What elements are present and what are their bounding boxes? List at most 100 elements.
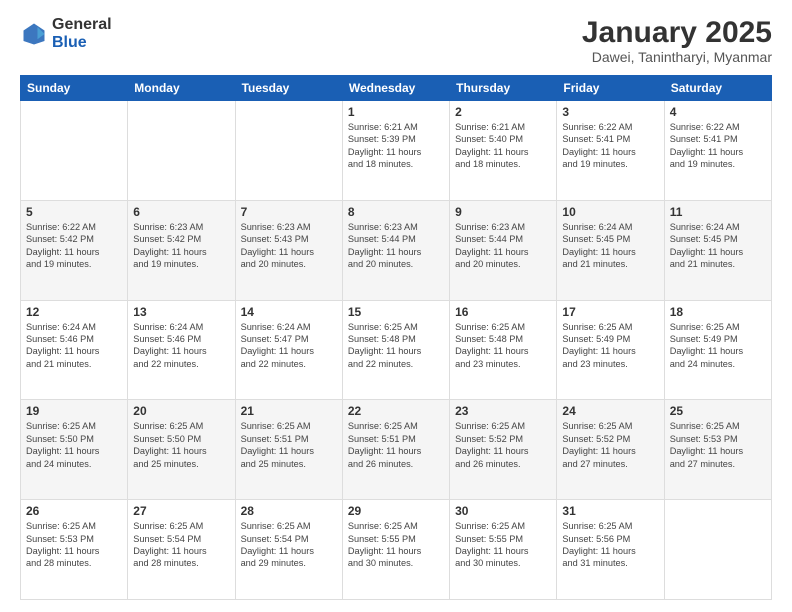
table-row: 4 Sunrise: 6:22 AMSunset: 5:41 PMDaylight… [664,101,771,201]
day-info: Sunrise: 6:25 AMSunset: 5:49 PMDaylight:… [670,321,766,371]
day-info: Sunrise: 6:25 AMSunset: 5:55 PMDaylight:… [455,520,551,570]
calendar-week-row: 19 Sunrise: 6:25 AMSunset: 5:50 PMDayligh… [21,400,772,500]
day-info: Sunrise: 6:23 AMSunset: 5:42 PMDaylight:… [133,221,229,271]
day-number: 15 [348,305,444,319]
day-info: Sunrise: 6:22 AMSunset: 5:41 PMDaylight:… [670,121,766,171]
calendar-week-row: 1Sunrise: 6:21 AMSunset: 5:39 PMDaylight… [21,101,772,201]
table-row: 8Sunrise: 6:23 AMSunset: 5:44 PMDaylight… [342,200,449,300]
table-row: 19Sunrise: 6:25 AMSunset: 5:50 PMDayligh… [21,400,128,500]
calendar-week-row: 26Sunrise: 6:25 AMSunset: 5:53 PMDayligh… [21,500,772,600]
day-info: Sunrise: 6:24 AMSunset: 5:46 PMDaylight:… [133,321,229,371]
table-row: 18 Sunrise: 6:25 AMSunset: 5:49 PMDayligh… [664,300,771,400]
table-row: 1Sunrise: 6:21 AMSunset: 5:39 PMDaylight… [342,101,449,201]
table-row: 17 Sunrise: 6:25 AMSunset: 5:49 PMDayligh… [557,300,664,400]
table-row: 24Sunrise: 6:25 AMSunset: 5:52 PMDayligh… [557,400,664,500]
table-row: 16 Sunrise: 6:25 AMSunset: 5:48 PMDayligh… [450,300,557,400]
page: General Blue January 2025 Dawei, Taninth… [0,0,792,612]
header-sunday: Sunday [21,76,128,101]
day-number: 20 [133,404,229,418]
day-info: Sunrise: 6:25 AMSunset: 5:48 PMDaylight:… [455,321,551,371]
day-info: Sunrise: 6:24 AMSunset: 5:46 PMDaylight:… [26,321,122,371]
day-number: 27 [133,504,229,518]
day-info: Sunrise: 6:22 AMSunset: 5:41 PMDaylight:… [562,121,658,171]
logo-icon [20,20,48,48]
table-row [664,500,771,600]
day-number: 13 [133,305,229,319]
calendar-table: Sunday Monday Tuesday Wednesday Thursday… [20,75,772,600]
logo: General Blue [20,16,112,51]
day-number: 16 [455,305,551,319]
table-row: 13 Sunrise: 6:24 AMSunset: 5:46 PMDayligh… [128,300,235,400]
day-number: 22 [348,404,444,418]
header: General Blue January 2025 Dawei, Taninth… [20,16,772,65]
table-row: 29 Sunrise: 6:25 AMSunset: 5:55 PMDayligh… [342,500,449,600]
location-title: Dawei, Tanintharyi, Myanmar [582,49,772,65]
header-tuesday: Tuesday [235,76,342,101]
table-row: 10 Sunrise: 6:24 AMSunset: 5:45 PMDayligh… [557,200,664,300]
day-info: Sunrise: 6:21 AMSunset: 5:39 PMDaylight:… [348,121,444,171]
day-number: 5 [26,205,122,219]
table-row: 2Sunrise: 6:21 AMSunset: 5:40 PMDaylight… [450,101,557,201]
table-row: 31 Sunrise: 6:25 AMSunset: 5:56 PMDayligh… [557,500,664,600]
table-row: 28 Sunrise: 6:25 AMSunset: 5:54 PMDayligh… [235,500,342,600]
table-row [21,101,128,201]
table-row [128,101,235,201]
day-number: 14 [241,305,337,319]
day-info: Sunrise: 6:25 AMSunset: 5:49 PMDaylight:… [562,321,658,371]
table-row: 30 Sunrise: 6:25 AMSunset: 5:55 PMDayligh… [450,500,557,600]
header-saturday: Saturday [664,76,771,101]
day-info: Sunrise: 6:25 AMSunset: 5:51 PMDaylight:… [348,420,444,470]
day-number: 2 [455,105,551,119]
day-number: 7 [241,205,337,219]
day-number: 11 [670,205,766,219]
table-row: 3 Sunrise: 6:22 AMSunset: 5:41 PMDaylight… [557,101,664,201]
day-number: 19 [26,404,122,418]
day-info: Sunrise: 6:24 AMSunset: 5:45 PMDaylight:… [670,221,766,271]
table-row: 25Sunrise: 6:25 AMSunset: 5:53 PMDayligh… [664,400,771,500]
day-number: 21 [241,404,337,418]
day-info: Sunrise: 6:23 AMSunset: 5:44 PMDaylight:… [348,221,444,271]
table-row: 22 Sunrise: 6:25 AMSunset: 5:51 PMDayligh… [342,400,449,500]
day-number: 17 [562,305,658,319]
table-row: 14 Sunrise: 6:24 AMSunset: 5:47 PMDayligh… [235,300,342,400]
day-number: 29 [348,504,444,518]
day-number: 28 [241,504,337,518]
day-info: Sunrise: 6:25 AMSunset: 5:50 PMDaylight:… [133,420,229,470]
day-info: Sunrise: 6:24 AMSunset: 5:45 PMDaylight:… [562,221,658,271]
day-number: 10 [562,205,658,219]
table-row: 6 Sunrise: 6:23 AMSunset: 5:42 PMDaylight… [128,200,235,300]
header-friday: Friday [557,76,664,101]
logo-general-text: General [52,16,112,34]
table-row: 23Sunrise: 6:25 AMSunset: 5:52 PMDayligh… [450,400,557,500]
day-info: Sunrise: 6:25 AMSunset: 5:53 PMDaylight:… [26,520,122,570]
calendar-week-row: 5 Sunrise: 6:22 AMSunset: 5:42 PMDaylight… [21,200,772,300]
day-info: Sunrise: 6:25 AMSunset: 5:55 PMDaylight:… [348,520,444,570]
header-thursday: Thursday [450,76,557,101]
table-row: 7 Sunrise: 6:23 AMSunset: 5:43 PMDaylight… [235,200,342,300]
table-row: 11 Sunrise: 6:24 AMSunset: 5:45 PMDayligh… [664,200,771,300]
day-info: Sunrise: 6:23 AMSunset: 5:43 PMDaylight:… [241,221,337,271]
table-row: 15 Sunrise: 6:25 AMSunset: 5:48 PMDayligh… [342,300,449,400]
day-number: 4 [670,105,766,119]
title-block: January 2025 Dawei, Tanintharyi, Myanmar [582,16,772,65]
day-info: Sunrise: 6:25 AMSunset: 5:54 PMDaylight:… [133,520,229,570]
header-wednesday: Wednesday [342,76,449,101]
day-info: Sunrise: 6:25 AMSunset: 5:51 PMDaylight:… [241,420,337,470]
day-info: Sunrise: 6:24 AMSunset: 5:47 PMDaylight:… [241,321,337,371]
day-number: 31 [562,504,658,518]
day-number: 6 [133,205,229,219]
day-number: 18 [670,305,766,319]
logo-blue-text: Blue [52,34,112,52]
day-number: 3 [562,105,658,119]
table-row [235,101,342,201]
calendar-week-row: 12Sunrise: 6:24 AMSunset: 5:46 PMDayligh… [21,300,772,400]
table-row: 9Sunrise: 6:23 AMSunset: 5:44 PMDaylight… [450,200,557,300]
day-info: Sunrise: 6:23 AMSunset: 5:44 PMDaylight:… [455,221,551,271]
day-info: Sunrise: 6:25 AMSunset: 5:48 PMDaylight:… [348,321,444,371]
day-number: 30 [455,504,551,518]
logo-text: General Blue [52,16,112,51]
day-info: Sunrise: 6:22 AMSunset: 5:42 PMDaylight:… [26,221,122,271]
day-number: 24 [562,404,658,418]
day-info: Sunrise: 6:25 AMSunset: 5:54 PMDaylight:… [241,520,337,570]
day-info: Sunrise: 6:25 AMSunset: 5:56 PMDaylight:… [562,520,658,570]
